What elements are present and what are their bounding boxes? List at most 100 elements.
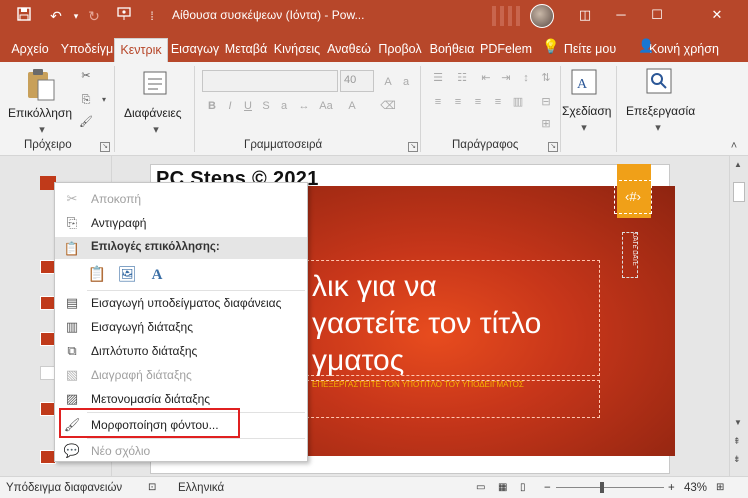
font-launcher-icon[interactable]: ↘	[408, 142, 418, 152]
zoom-out-icon[interactable]: −	[544, 482, 551, 494]
align-text-icon[interactable]: ⊟	[538, 94, 554, 110]
prev-slide-icon[interactable]: ⇞	[733, 436, 741, 447]
slides-label[interactable]: Διαφάνειες	[124, 106, 182, 120]
menu-item-insert-master[interactable]: ▤ Εισαγωγή υποδείγματος διαφάνειας	[55, 291, 307, 315]
spell-check-icon[interactable]: ⊡	[148, 482, 156, 493]
slide-number-placeholder[interactable]: ‹#›	[614, 180, 652, 214]
align-right-icon[interactable]: ≡	[470, 94, 486, 110]
ribbon-display-options-icon[interactable]: ◫	[568, 0, 602, 32]
save-icon[interactable]	[14, 6, 34, 26]
strikethrough-icon[interactable]: a	[276, 98, 292, 114]
format-painter-icon[interactable]: 🖌	[78, 114, 94, 130]
design-label[interactable]: Σχεδίαση	[562, 104, 611, 118]
collapse-ribbon-icon[interactable]: ˄	[726, 138, 742, 154]
comment-icon: 💬	[63, 443, 81, 458]
clipboard-launcher-icon[interactable]: ↘	[100, 142, 110, 152]
tab-transitions[interactable]: Μεταβά	[222, 38, 270, 62]
font-name-dropdown[interactable]	[202, 70, 338, 92]
language-indicator[interactable]: Ελληνικά	[178, 482, 224, 494]
menu-item-label: Εισαγωγή διάταξης	[91, 320, 194, 334]
numbering-icon[interactable]: ☷	[454, 70, 470, 86]
align-left-icon[interactable]: ≡	[430, 94, 446, 110]
group-divider	[420, 66, 421, 152]
maximize-button[interactable]: ☐	[640, 0, 674, 32]
avatar[interactable]	[530, 4, 554, 28]
bullets-icon[interactable]: ☰	[430, 70, 446, 86]
tab-view[interactable]: Προβολ	[376, 38, 424, 62]
justify-icon[interactable]: ≡	[490, 94, 506, 110]
date-placeholder[interactable]: DATE DATE	[622, 232, 638, 278]
new-slide-icon[interactable]	[142, 70, 168, 99]
shadow-icon[interactable]: S	[258, 98, 274, 114]
menu-item-delete-layout[interactable]: ▧ Διαγραφή διάταξης	[55, 363, 307, 387]
next-slide-icon[interactable]: ⇟	[733, 454, 741, 465]
search-icon[interactable]	[646, 68, 672, 97]
design-dropdown-icon[interactable]: ▾	[576, 120, 592, 136]
fit-to-window-icon[interactable]: ⊞	[716, 482, 724, 493]
tab-help[interactable]: Βοήθεια	[426, 38, 478, 62]
align-center-icon[interactable]: ≡	[450, 94, 466, 110]
tab-animations[interactable]: Κινήσεις	[272, 38, 322, 62]
edit-dropdown-icon[interactable]: ▾	[650, 120, 666, 136]
font-color-icon[interactable]: A	[344, 98, 360, 114]
tab-pdfelement[interactable]: PDFelem	[480, 38, 532, 62]
tell-me-search[interactable]: Πείτε μου	[560, 38, 620, 62]
grow-font-icon[interactable]: A	[380, 74, 396, 90]
paragraph-launcher-icon[interactable]: ↘	[548, 142, 558, 152]
customize-qat-icon[interactable]: ⁞	[142, 6, 162, 26]
paste-dropdown-icon[interactable]: ▾	[34, 122, 50, 138]
present-icon[interactable]	[114, 6, 134, 26]
menu-item-duplicate-layout[interactable]: ⧉ Διπλότυπο διάταξης	[55, 339, 307, 363]
scroll-down-icon[interactable]: ▼	[734, 418, 742, 427]
menu-item-copy[interactable]: ⎘ Αντιγραφή	[55, 211, 307, 235]
menu-item-cut[interactable]: ✂ Αποκοπή	[55, 187, 307, 211]
smartart-icon[interactable]: ⊞	[538, 116, 554, 132]
clear-format-icon[interactable]: ⌫	[380, 98, 396, 114]
shrink-font-icon[interactable]: a	[398, 74, 414, 90]
line-spacing-icon[interactable]: ↕	[518, 70, 534, 86]
spacing-icon[interactable]: ↔	[296, 98, 312, 114]
redo-icon[interactable]: ↻	[84, 6, 104, 26]
font-size-dropdown[interactable]: 40	[340, 70, 374, 92]
close-button[interactable]: ✕	[700, 0, 734, 32]
increase-indent-icon[interactable]: ⇥	[498, 70, 514, 86]
change-case-icon[interactable]: Aa	[318, 98, 334, 114]
reading-view-icon[interactable]: ▯	[520, 482, 526, 493]
tab-review[interactable]: Αναθεώ	[324, 38, 374, 62]
copy-icon[interactable]: ⎘	[78, 92, 94, 108]
zoom-slider-thumb[interactable]	[600, 482, 604, 493]
paste-picture-icon[interactable]: 🖼	[115, 263, 139, 287]
scroll-up-icon[interactable]: ▲	[734, 160, 742, 169]
underline-icon[interactable]: U	[240, 98, 256, 114]
zoom-in-icon[interactable]: +	[668, 482, 675, 494]
tab-master[interactable]: Υποδείγμ	[60, 38, 114, 62]
tab-insert[interactable]: Εισαγωγ	[170, 38, 220, 62]
zoom-level[interactable]: 43%	[684, 482, 707, 494]
undo-icon[interactable]: ↶	[46, 6, 66, 26]
bold-icon[interactable]: B	[204, 98, 220, 114]
design-icon[interactable]: A	[570, 68, 598, 99]
slide-sorter-icon[interactable]: ▦	[498, 482, 507, 493]
minimize-button[interactable]: ─	[604, 0, 638, 32]
slides-dropdown-icon[interactable]: ▾	[148, 122, 164, 138]
menu-item-new-comment[interactable]: 💬 Νέο σχόλιο	[55, 439, 307, 463]
paste-icon[interactable]	[26, 68, 56, 105]
paste-keep-source-icon[interactable]: 📋	[85, 263, 109, 287]
edit-label[interactable]: Επεξεργασία	[626, 104, 695, 118]
zoom-slider[interactable]	[556, 487, 664, 488]
vertical-scrollbar[interactable]: ▲ ▼ ⇞ ⇟	[729, 156, 748, 476]
tab-file[interactable]: Αρχείο	[6, 38, 54, 62]
undo-dropdown-icon[interactable]: ▾	[66, 6, 86, 26]
tab-home[interactable]: Κεντρικ	[114, 38, 168, 62]
menu-item-insert-layout[interactable]: ▥ Εισαγωγή διάταξης	[55, 315, 307, 339]
paste-text-only-icon[interactable]: A	[145, 263, 169, 287]
paste-label[interactable]: Επικόλληση	[8, 106, 72, 120]
scroll-thumb[interactable]	[733, 182, 745, 202]
decrease-indent-icon[interactable]: ⇤	[478, 70, 494, 86]
normal-view-icon[interactable]: ▭	[476, 482, 485, 493]
cut-icon[interactable]: ✂	[78, 68, 94, 84]
copy-dropdown-icon[interactable]: ▾	[96, 92, 112, 108]
text-direction-icon[interactable]: ⇅	[538, 70, 554, 86]
columns-icon[interactable]: ▥	[510, 94, 526, 110]
italic-icon[interactable]: I	[222, 98, 238, 114]
